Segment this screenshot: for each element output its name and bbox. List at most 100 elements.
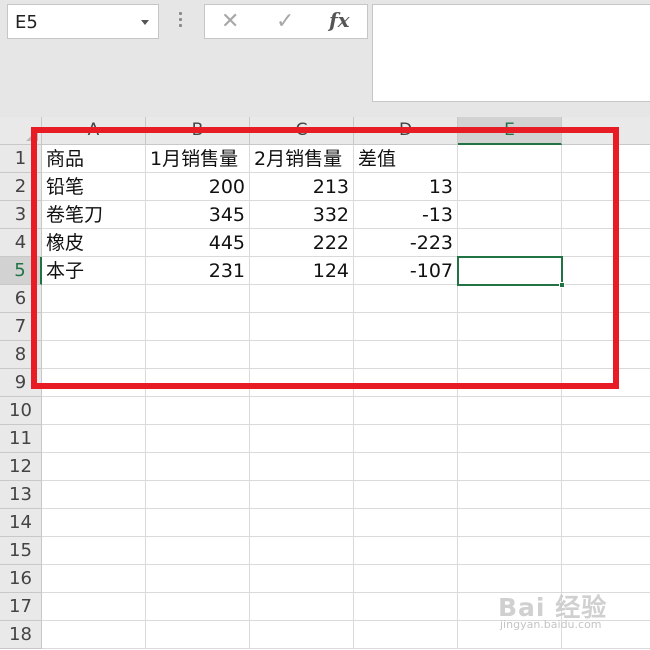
cell-a15[interactable] (42, 537, 146, 565)
row-header-15[interactable]: 15 (0, 537, 42, 565)
row-header-12[interactable]: 12 (0, 453, 42, 481)
cell-d18[interactable] (354, 621, 458, 649)
cell-e17[interactable] (458, 593, 562, 621)
row-header-11[interactable]: 11 (0, 425, 42, 453)
cell-overflow-5[interactable] (562, 257, 650, 285)
cell-e16[interactable] (458, 565, 562, 593)
cell-d5[interactable]: -107 (354, 257, 458, 285)
cell-e14[interactable] (458, 509, 562, 537)
cell-e13[interactable] (458, 481, 562, 509)
cell-overflow-6[interactable] (562, 285, 650, 313)
cancel-icon[interactable]: ✕ (221, 9, 239, 34)
row-header-14[interactable]: 14 (0, 509, 42, 537)
cell-b18[interactable] (146, 621, 250, 649)
cell-overflow-16[interactable] (562, 565, 650, 593)
cell-a14[interactable] (42, 509, 146, 537)
cell-c8[interactable] (250, 341, 354, 369)
column-header-a[interactable]: A (42, 117, 146, 145)
cell-c18[interactable] (250, 621, 354, 649)
cell-a13[interactable] (42, 481, 146, 509)
cell-b9[interactable] (146, 369, 250, 397)
cell-a11[interactable] (42, 425, 146, 453)
row-header-5[interactable]: 5 (0, 257, 42, 285)
cell-overflow-4[interactable] (562, 229, 650, 257)
cell-b15[interactable] (146, 537, 250, 565)
cell-d2[interactable]: 13 (354, 173, 458, 201)
cell-d3[interactable]: -13 (354, 201, 458, 229)
cell-e4[interactable] (458, 229, 562, 257)
cell-c9[interactable] (250, 369, 354, 397)
row-header-2[interactable]: 2 (0, 173, 42, 201)
cell-a17[interactable] (42, 593, 146, 621)
cell-e9[interactable] (458, 369, 562, 397)
cell-b1[interactable]: 1月销售量 (146, 145, 250, 173)
cell-overflow-9[interactable] (562, 369, 650, 397)
cell-e18[interactable] (458, 621, 562, 649)
cell-c13[interactable] (250, 481, 354, 509)
row-header-18[interactable]: 18 (0, 621, 42, 649)
formula-input[interactable] (372, 4, 650, 102)
select-all-corner[interactable] (0, 117, 42, 145)
cell-e5[interactable] (458, 257, 562, 285)
cell-b11[interactable] (146, 425, 250, 453)
cell-d7[interactable] (354, 313, 458, 341)
cell-c3[interactable]: 332 (250, 201, 354, 229)
cell-a12[interactable] (42, 453, 146, 481)
cell-overflow-10[interactable] (562, 397, 650, 425)
row-header-4[interactable]: 4 (0, 229, 42, 257)
column-header-b[interactable]: B (146, 117, 250, 145)
enter-check-icon[interactable]: ✓ (276, 9, 294, 34)
name-box[interactable]: E5 (7, 4, 159, 39)
cell-d16[interactable] (354, 565, 458, 593)
row-header-10[interactable]: 10 (0, 397, 42, 425)
cell-d15[interactable] (354, 537, 458, 565)
row-header-7[interactable]: 7 (0, 313, 42, 341)
cell-b2[interactable]: 200 (146, 173, 250, 201)
cell-a16[interactable] (42, 565, 146, 593)
cell-a1[interactable]: 商品 (42, 145, 146, 173)
cell-c2[interactable]: 213 (250, 173, 354, 201)
cell-overflow-3[interactable] (562, 201, 650, 229)
cell-overflow-7[interactable] (562, 313, 650, 341)
cell-b10[interactable] (146, 397, 250, 425)
row-header-8[interactable]: 8 (0, 341, 42, 369)
cell-overflow-15[interactable] (562, 537, 650, 565)
chevron-down-icon[interactable] (141, 20, 149, 25)
cell-overflow-12[interactable] (562, 453, 650, 481)
row-header-3[interactable]: 3 (0, 201, 42, 229)
row-header-16[interactable]: 16 (0, 565, 42, 593)
cell-d6[interactable] (354, 285, 458, 313)
cell-c6[interactable] (250, 285, 354, 313)
cell-d13[interactable] (354, 481, 458, 509)
cell-c14[interactable] (250, 509, 354, 537)
cell-a7[interactable] (42, 313, 146, 341)
cell-overflow-1[interactable] (562, 145, 650, 173)
cell-b12[interactable] (146, 453, 250, 481)
cell-b3[interactable]: 345 (146, 201, 250, 229)
cell-b17[interactable] (146, 593, 250, 621)
cell-b16[interactable] (146, 565, 250, 593)
cell-a18[interactable] (42, 621, 146, 649)
cell-b13[interactable] (146, 481, 250, 509)
cell-b7[interactable] (146, 313, 250, 341)
column-header-e[interactable]: E (458, 117, 562, 145)
insert-function-icon[interactable]: fx (329, 8, 350, 32)
cell-d9[interactable] (354, 369, 458, 397)
row-header-6[interactable]: 6 (0, 285, 42, 313)
cell-c5[interactable]: 124 (250, 257, 354, 285)
cell-d1[interactable]: 差值 (354, 145, 458, 173)
cell-d17[interactable] (354, 593, 458, 621)
cell-c11[interactable] (250, 425, 354, 453)
cell-overflow-14[interactable] (562, 509, 650, 537)
cell-e7[interactable] (458, 313, 562, 341)
cell-e2[interactable] (458, 173, 562, 201)
cell-b5[interactable]: 231 (146, 257, 250, 285)
cell-e3[interactable] (458, 201, 562, 229)
cell-c16[interactable] (250, 565, 354, 593)
cell-overflow-18[interactable] (562, 621, 650, 649)
cell-d11[interactable] (354, 425, 458, 453)
cell-b4[interactable]: 445 (146, 229, 250, 257)
cell-c12[interactable] (250, 453, 354, 481)
cell-overflow-2[interactable] (562, 173, 650, 201)
cell-c7[interactable] (250, 313, 354, 341)
